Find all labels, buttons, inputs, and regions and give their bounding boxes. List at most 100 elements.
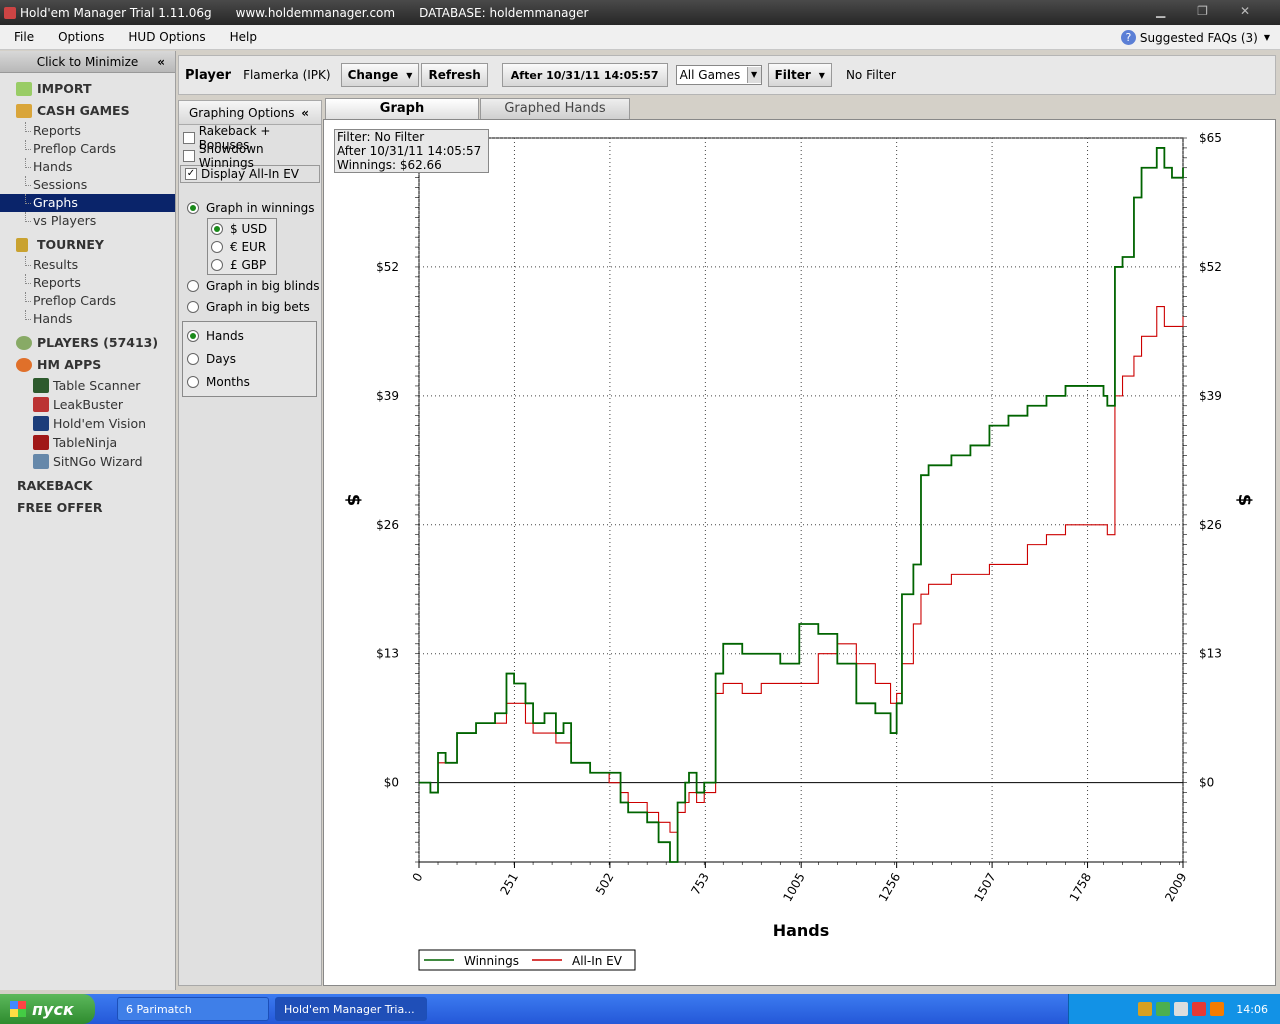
nav-tourney-hands[interactable]: Hands: [0, 310, 175, 328]
x-tick-label: 251: [497, 871, 521, 898]
y-tick-label-right: $39: [1199, 389, 1222, 403]
faq-label: Suggested FAQs (3): [1139, 30, 1258, 45]
currency-gbp-radio[interactable]: £ GBP: [211, 256, 276, 274]
import-icon: [16, 82, 32, 96]
legend-label: Winnings: [464, 954, 519, 968]
graphing-options-title: Graphing Options: [189, 106, 295, 120]
nav-label: Preflop Cards: [33, 293, 117, 308]
menu-file[interactable]: File: [0, 30, 44, 44]
app-table-scanner[interactable]: Table Scanner: [0, 376, 175, 395]
x-tick-label: 2009: [1162, 871, 1189, 904]
app-sitngo-wizard[interactable]: SitNGo Wizard: [0, 452, 175, 471]
nav-label: Results: [33, 257, 79, 272]
checkbox-box: [183, 132, 195, 144]
nav-free-offer[interactable]: FREE OFFER: [0, 497, 175, 519]
y-tick-label-right: $65: [1199, 131, 1222, 145]
menu-hud-options[interactable]: HUD Options: [114, 30, 215, 44]
y-axis-label-left: $: [343, 494, 364, 507]
holdem-vision-icon: [33, 416, 49, 431]
graph-in-winnings-radio[interactable]: Graph in winnings: [179, 197, 321, 218]
nav-import[interactable]: IMPORT: [0, 78, 175, 100]
menu-options[interactable]: Options: [44, 30, 114, 44]
refresh-label: Refresh: [428, 68, 481, 82]
nav-import-label: IMPORT: [37, 81, 92, 96]
nav-label: Graphs: [33, 195, 78, 210]
nav-rakeback[interactable]: RAKEBACK: [0, 475, 175, 497]
app-label: Hold'em Vision: [53, 416, 147, 431]
x-tick-label: 753: [688, 871, 712, 898]
games-select[interactable]: All Games ▼: [675, 65, 762, 85]
graphing-options-header[interactable]: Graphing Options «: [179, 101, 321, 125]
graph-in-big-bets-radio[interactable]: Graph in big bets: [179, 296, 321, 317]
date-filter-button[interactable]: After 10/31/11 14:05:57: [501, 63, 668, 87]
checkbox-label: Display All-In EV: [201, 167, 300, 181]
nav-tourney-reports[interactable]: Reports: [0, 274, 175, 292]
xaxis-months-radio[interactable]: Months: [187, 370, 316, 393]
nav-cash-games-label: CASH GAMES: [37, 103, 130, 118]
radio-unselected: [187, 352, 199, 365]
nav-tourney[interactable]: TOURNEY: [0, 234, 175, 256]
nav-cash-preflop-cards[interactable]: Preflop Cards: [0, 140, 175, 158]
minimize-window-button[interactable]: ▁: [1156, 4, 1165, 18]
xaxis-days-radio[interactable]: Days: [187, 347, 316, 370]
nav-hm-apps[interactable]: HM APPS: [0, 354, 175, 376]
y-tick-label-right: $0: [1199, 776, 1214, 790]
apps-icon: [16, 358, 32, 372]
currency-eur-radio[interactable]: € EUR: [211, 238, 276, 256]
double-chevron-left-icon: «: [157, 55, 165, 69]
app-leakbuster[interactable]: LeakBuster: [0, 395, 175, 414]
info-winnings: Winnings: $62.66: [337, 158, 442, 172]
change-player-button[interactable]: Change ▼: [340, 63, 420, 87]
task-label: 6 Parimatch: [126, 1002, 192, 1016]
radio-unselected: [211, 241, 223, 253]
player-name: Flamerka (IPK): [243, 68, 331, 82]
nav-cash-graphs[interactable]: Graphs: [0, 194, 175, 212]
nav-players[interactable]: PLAYERS (57413): [0, 332, 175, 354]
radio-label: Graph in big blinds: [206, 278, 320, 293]
tray-icon[interactable]: [1192, 1002, 1207, 1016]
graph-in-big-blinds-radio[interactable]: Graph in big blinds: [179, 275, 321, 296]
menu-bar: File Options HUD Options Help: [0, 25, 1280, 50]
taskbar: пуск 6 Parimatch Hold'em Manager Tria...…: [0, 994, 1280, 1024]
app-holdem-vision[interactable]: Hold'em Vision: [0, 414, 175, 433]
filter-button[interactable]: Filter ▼: [767, 63, 832, 87]
app-tableninja[interactable]: TableNinja: [0, 433, 175, 452]
tray-icon[interactable]: [1174, 1002, 1189, 1016]
tray-icon[interactable]: [1138, 1002, 1153, 1016]
refresh-button[interactable]: Refresh: [421, 63, 488, 87]
showdown-winnings-checkbox[interactable]: Showdown Winnings: [179, 142, 321, 170]
tab-graphed-hands[interactable]: Graphed Hands: [480, 98, 630, 119]
currency-group: $ USD € EUR £ GBP: [207, 218, 277, 275]
chevron-down-icon: ▼: [746, 67, 761, 83]
graph-tabs: Graph Graphed Hands: [323, 97, 1276, 119]
xaxis-hands-radio[interactable]: Hands: [187, 324, 316, 347]
checkmark-icon: ✓: [185, 168, 197, 180]
start-button[interactable]: пуск: [0, 994, 95, 1024]
tab-graph[interactable]: Graph: [325, 98, 479, 119]
tray-icon[interactable]: [1210, 1002, 1225, 1016]
filter-label: Filter: [774, 68, 811, 82]
radio-label: $ USD: [230, 222, 268, 236]
nav-tourney-preflop-cards[interactable]: Preflop Cards: [0, 292, 175, 310]
radio-unselected: [187, 300, 199, 313]
minimize-sidebar-button[interactable]: Click to Minimize «: [0, 51, 175, 73]
nav-cash-games[interactable]: CASH GAMES: [0, 100, 175, 122]
display-allin-ev-checkbox[interactable]: ✓ Display All-In EV: [180, 165, 320, 183]
y-tick-label-left: $39: [376, 389, 399, 403]
menu-help[interactable]: Help: [216, 30, 267, 44]
nav-cash-sessions[interactable]: Sessions: [0, 176, 175, 194]
nav-cash-vs-players[interactable]: vs Players: [0, 212, 175, 230]
suggested-faqs[interactable]: ? Suggested FAQs (3) ▼: [1120, 30, 1270, 45]
taskbar-item-holdem-manager[interactable]: Hold'em Manager Tria...: [275, 997, 427, 1021]
cash-games-icon: [16, 104, 32, 118]
radio-label: £ GBP: [230, 258, 267, 272]
tray-icon[interactable]: [1156, 1002, 1171, 1016]
restore-window-button[interactable]: ❐: [1197, 4, 1208, 18]
currency-usd-radio[interactable]: $ USD: [211, 220, 276, 238]
taskbar-item-parimatch[interactable]: 6 Parimatch: [117, 997, 269, 1021]
close-window-button[interactable]: ✕: [1240, 4, 1250, 18]
nav-tourney-results[interactable]: Results: [0, 256, 175, 274]
nav-cash-reports[interactable]: Reports: [0, 122, 175, 140]
left-navigation: Click to Minimize « IMPORT CASH GAMES Re…: [0, 51, 176, 990]
nav-cash-hands[interactable]: Hands: [0, 158, 175, 176]
